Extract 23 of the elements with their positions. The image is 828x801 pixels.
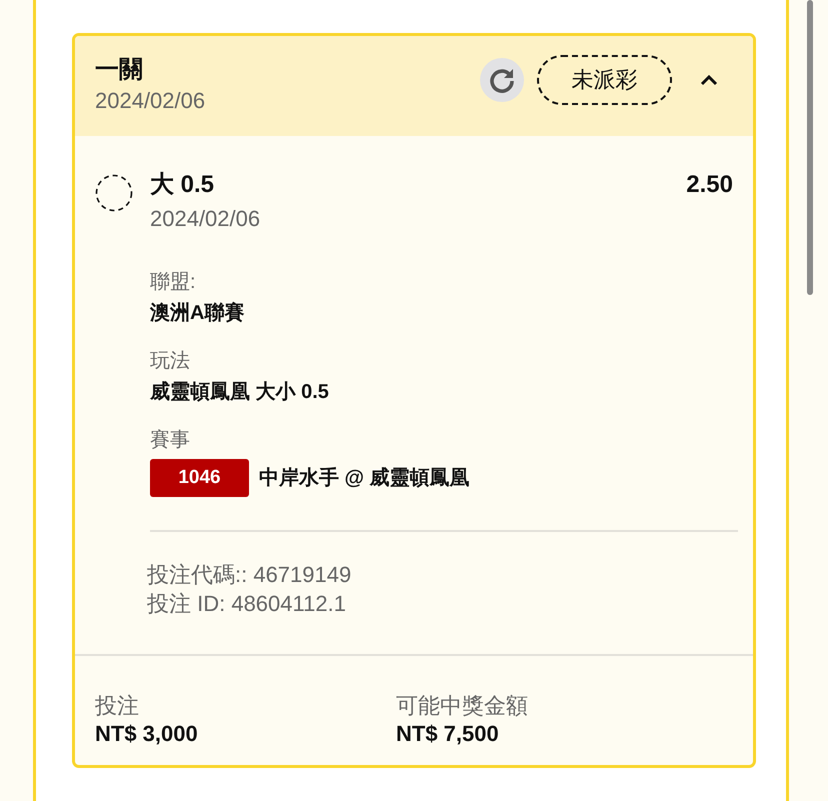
scrollbar-thumb[interactable] [806,0,812,295]
total-amount: NT$ 3,000 [95,720,198,748]
bet-type-title: 一關 [95,55,143,85]
refresh-button[interactable] [480,58,524,102]
field-value: 威靈頓鳳凰 大小 0.5 [150,380,329,405]
selection-date: 2024/02/06 [150,205,260,233]
total-label: 可能中獎金額 [396,692,528,720]
chevron-icon [699,74,719,86]
field-label: 玩法 [150,349,190,374]
bet-reference: 投注 ID: 48604112.1 [147,590,346,618]
field-label: 賽事 [150,428,190,453]
bet-date: 2024/02/06 [95,87,206,115]
total-amount: NT$ 7,500 [396,720,499,748]
bet-reference: 投注代碼:: 46719149 [147,561,352,589]
field-label: 聯盟: [150,270,196,295]
selection-name: 大 0.5 [150,170,214,200]
pending-circle-icon [95,174,133,212]
odds-value: 2.50 [686,170,733,200]
status-badge: 未派彩 [537,55,672,105]
field-value: 澳洲A聯賽 [150,300,244,326]
total-label: 投注 [95,692,139,720]
match-code-badge: 1046 [150,459,249,497]
match-teams: 中岸水手 @ 威靈頓鳳凰 [259,466,470,491]
